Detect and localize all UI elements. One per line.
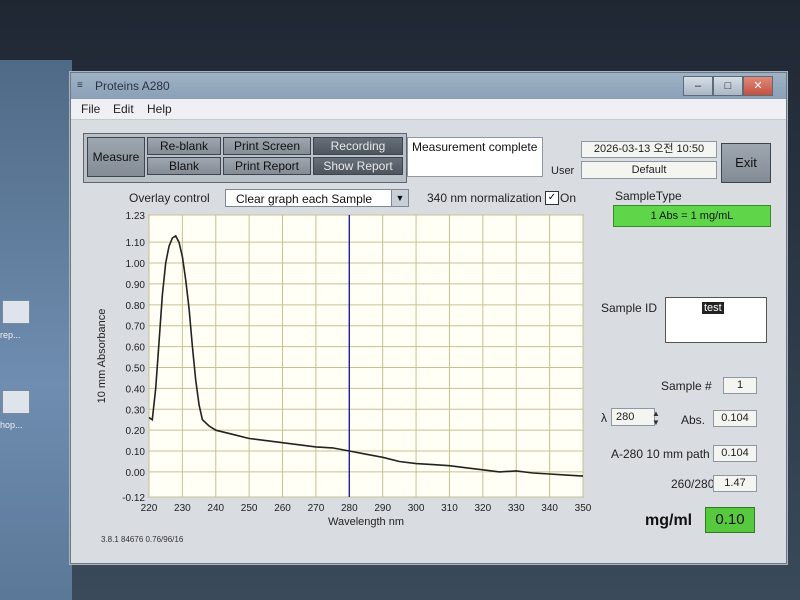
app-icon: ≡ — [77, 80, 83, 91]
blank-button[interactable]: Blank — [147, 157, 221, 175]
sample-id-value: test — [702, 302, 724, 314]
user-label: User — [551, 165, 575, 177]
y-tick-label: 0.30 — [126, 405, 146, 416]
x-tick-label: 340 — [541, 503, 558, 514]
measure-button[interactable]: Measure — [87, 137, 145, 177]
menu-file[interactable]: File — [81, 102, 100, 116]
lambda-label: λ — [601, 411, 607, 425]
x-tick-label: 230 — [174, 503, 191, 514]
reblank-button[interactable]: Re-blank — [147, 137, 221, 155]
x-tick-label: 330 — [508, 503, 525, 514]
y-tick-label: 0.90 — [126, 280, 146, 291]
ratio-field: 1.47 — [713, 475, 757, 492]
y-tick-label: 0.10 — [126, 447, 146, 458]
exit-button[interactable]: Exit — [721, 143, 771, 183]
abs-field: 0.104 — [713, 410, 757, 427]
lambda-value: 280 — [616, 411, 635, 423]
y-axis-label: 10 mm Absorbance — [96, 309, 108, 404]
normalization-label: 340 nm normalization — [427, 191, 542, 205]
menu-help[interactable]: Help — [147, 102, 172, 116]
app-window: ≡ Proteins A280 ‒ □ ✕ File Edit Help Mea… — [70, 72, 787, 564]
status-message: Measurement complete — [407, 137, 543, 177]
maximize-icon[interactable]: □ — [713, 76, 743, 96]
desktop-file-icon[interactable] — [2, 300, 30, 324]
print-report-button[interactable]: Print Report — [223, 157, 311, 175]
ratio-label: 260/280 — [671, 477, 715, 491]
sample-id-label: Sample ID — [601, 301, 658, 315]
x-tick-label: 250 — [241, 503, 258, 514]
abs-label: Abs. — [681, 413, 706, 427]
x-axis-label: Wavelength nm — [328, 516, 404, 528]
version-text: 3.8.1 84676 0.76/96/16 — [101, 535, 184, 544]
x-tick-label: 240 — [207, 503, 224, 514]
x-tick-label: 280 — [341, 503, 358, 514]
show-report-button[interactable]: Show Report — [313, 157, 403, 175]
minimize-icon[interactable]: ‒ — [683, 76, 713, 96]
normalization-checkbox[interactable]: ✓ — [545, 191, 559, 205]
y-tick-label: 0.80 — [126, 301, 146, 312]
y-tick-label: 0.20 — [126, 426, 146, 437]
y-tick-label: 0.60 — [126, 343, 146, 354]
chevron-down-icon[interactable]: ▼ — [391, 190, 408, 206]
spinner-arrows-icon[interactable]: ▲ ▼ — [649, 409, 663, 427]
x-tick-label: 270 — [308, 503, 325, 514]
y-tick-label: 1.23 — [126, 211, 146, 222]
x-tick-label: 310 — [441, 503, 458, 514]
sample-type-field[interactable]: 1 Abs = 1 mg/mL — [613, 205, 771, 227]
overlay-control-label: Overlay control — [129, 191, 210, 205]
x-tick-label: 300 — [408, 503, 425, 514]
y-tick-label: 1.00 — [126, 259, 146, 270]
x-tick-label: 220 — [141, 503, 158, 514]
x-tick-label: 260 — [274, 503, 291, 514]
sample-number-field: 1 — [723, 377, 757, 394]
absorbance-chart: -0.120.000.100.200.300.400.500.600.700.8… — [96, 211, 592, 528]
desktop-file-icon[interactable] — [2, 390, 30, 414]
desktop-icon-label: rep... — [0, 330, 21, 340]
sample-type-label: SampleType — [615, 189, 682, 203]
normalization-on-label: On — [560, 191, 577, 205]
sample-number-label: Sample # — [661, 379, 712, 393]
y-tick-label: 0.50 — [126, 363, 146, 374]
x-tick-label: 290 — [374, 503, 391, 514]
user-field[interactable]: Default — [581, 161, 717, 179]
x-tick-label: 320 — [475, 503, 492, 514]
x-tick-label: 350 — [575, 503, 592, 514]
a280-field: 0.104 — [713, 445, 757, 462]
close-icon[interactable]: ✕ — [743, 76, 773, 96]
y-tick-label: 0.70 — [126, 322, 146, 333]
concentration-value: 0.10 — [705, 507, 755, 533]
y-tick-label: 0.40 — [126, 384, 146, 395]
datetime-display: 2026-03-13 오전 10:50 — [581, 141, 717, 158]
overlay-select-value: Clear graph each Sample — [236, 192, 373, 206]
y-tick-label: 1.10 — [126, 238, 146, 249]
a280-label: A-280 10 mm path — [611, 447, 710, 461]
menu-bar: File Edit Help — [71, 99, 786, 120]
overlay-select[interactable]: Clear graph each Sample ▼ — [225, 189, 409, 207]
title-bar[interactable]: ≡ Proteins A280 ‒ □ ✕ — [71, 73, 786, 99]
window-title: Proteins A280 — [95, 79, 170, 93]
print-screen-button[interactable]: Print Screen — [223, 137, 311, 155]
concentration-label: mg/ml — [645, 512, 693, 529]
y-tick-label: 0.00 — [126, 468, 146, 479]
recording-button[interactable]: Recording — [313, 137, 403, 155]
desktop-icon-label: hop... — [0, 420, 23, 430]
sample-id-field[interactable]: test — [665, 297, 767, 343]
menu-edit[interactable]: Edit — [113, 102, 134, 116]
